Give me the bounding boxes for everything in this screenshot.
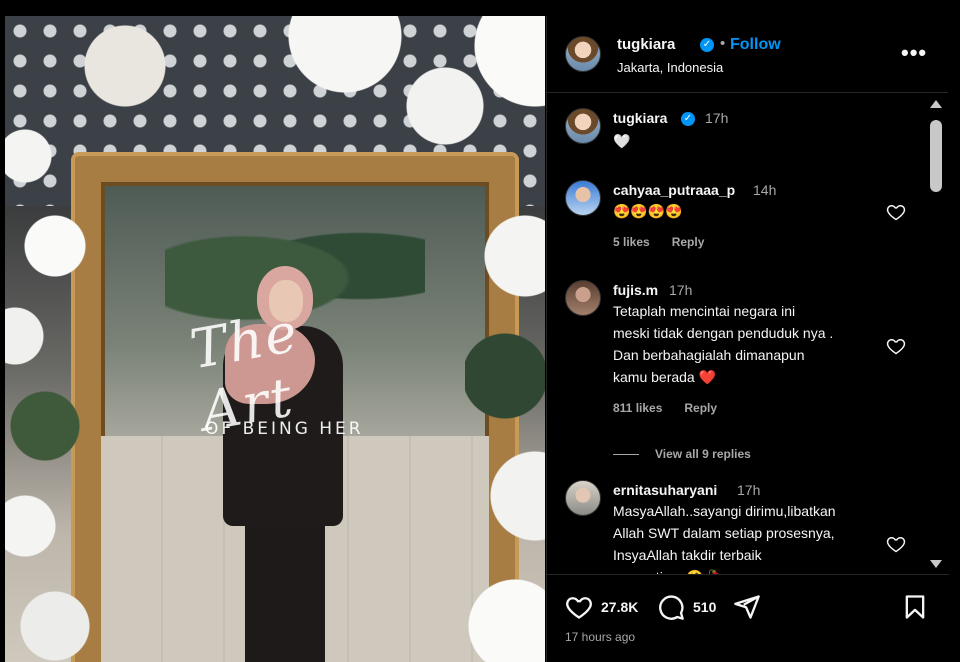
- comment-username[interactable]: tugkiara: [613, 110, 667, 126]
- save-bookmark-icon[interactable]: [901, 593, 929, 621]
- post-photo[interactable]: The Art OF BEING HER: [5, 16, 545, 662]
- comment-time: 17h: [669, 282, 693, 298]
- comment-text: 🤍: [613, 133, 631, 149]
- scrollbar-thumb[interactable]: [930, 120, 942, 192]
- comment-text-line: InsyaAllah takdir terbaik: [613, 547, 762, 563]
- view-replies-button[interactable]: View all 9 replies: [613, 447, 751, 461]
- like-heart-icon[interactable]: [565, 593, 593, 621]
- comment-time: 17h: [737, 482, 761, 498]
- comment-reply-button[interactable]: Reply: [684, 401, 717, 415]
- view-replies-label: View all 9 replies: [655, 447, 751, 461]
- comment-bubble-icon[interactable]: [657, 593, 685, 621]
- post-header: tugkiara ✓ • Follow Jakarta, Indonesia •…: [547, 16, 948, 93]
- scroll-down-arrow-icon[interactable]: [930, 560, 942, 568]
- post-timestamp[interactable]: 17 hours ago: [565, 630, 635, 644]
- verified-badge-icon: ✓: [700, 38, 714, 52]
- verified-badge-icon: ✓: [681, 112, 695, 126]
- comment-text-line: kamu berada ❤️: [613, 369, 717, 385]
- comment-avatar[interactable]: [565, 108, 601, 144]
- comment-username[interactable]: cahyaa_putraaa_p: [613, 182, 735, 198]
- comment-text-line: menantimu 🤗🥀: [613, 566, 836, 574]
- comment-text-line: Tetaplah mencintai negara ini: [613, 303, 796, 319]
- photo-flowers-left: [5, 96, 105, 662]
- more-options-icon[interactable]: •••: [901, 40, 927, 66]
- comment-time: 17h: [705, 110, 729, 126]
- photo-flowers-right: [465, 196, 545, 662]
- comment-text-line: Dan berbahagialah dimanapun: [613, 347, 805, 363]
- comment-time: 14h: [753, 182, 777, 198]
- comment-text-line: MasyaAllah..sayangi dirimu,libatkan: [613, 503, 836, 519]
- comment-text-line: meski tidak dengan penduduk nya .: [613, 325, 834, 341]
- comment-like-heart-icon[interactable]: [886, 534, 906, 554]
- comments-scrollbar[interactable]: [927, 96, 945, 574]
- comment-reply-button[interactable]: Reply: [672, 235, 705, 249]
- scroll-up-arrow-icon[interactable]: [930, 100, 942, 108]
- post-side-panel: tugkiara ✓ • Follow Jakarta, Indonesia •…: [546, 16, 949, 662]
- comment-meta: 811 likes Reply: [613, 401, 739, 415]
- comments-count[interactable]: 510: [693, 599, 716, 615]
- comment-likes-count[interactable]: 5 likes: [613, 235, 650, 249]
- header-separator: •: [720, 35, 726, 52]
- photo-person-legs: [245, 516, 325, 662]
- comment-likes-count[interactable]: 811 likes: [613, 401, 662, 415]
- comment-username[interactable]: ernitasuharyani: [613, 482, 717, 498]
- share-paper-plane-icon[interactable]: [733, 593, 761, 621]
- author-username[interactable]: tugkiara: [617, 36, 675, 53]
- post-location[interactable]: Jakarta, Indonesia: [617, 60, 723, 75]
- photo-flowers-top: [65, 16, 545, 186]
- comment-avatar[interactable]: [565, 480, 601, 516]
- comment-meta: 5 likes Reply: [613, 235, 726, 249]
- comment-text-line: Allah SWT dalam setiap prosesnya,: [613, 525, 835, 541]
- comment-text: 😍😍😍😍: [613, 203, 683, 219]
- comment-username[interactable]: fujis.m: [613, 282, 658, 298]
- author-avatar[interactable]: [565, 36, 601, 72]
- photo-overlay-caption: OF BEING HER: [205, 419, 364, 439]
- comment-like-heart-icon[interactable]: [886, 336, 906, 356]
- follow-button[interactable]: Follow: [730, 36, 781, 54]
- comment-text: MasyaAllah..sayangi dirimu,libatkan Alla…: [613, 500, 836, 574]
- comment-text: Tetaplah mencintai negara ini meski tida…: [613, 300, 833, 388]
- comment-like-heart-icon[interactable]: [886, 202, 906, 222]
- post-actions-bar: 27.8K 510 17 hours ago: [547, 574, 949, 662]
- view-replies-line: [613, 454, 639, 456]
- likes-count[interactable]: 27.8K: [601, 599, 638, 615]
- comment-avatar[interactable]: [565, 180, 601, 216]
- comment-avatar[interactable]: [565, 280, 601, 316]
- comments-list[interactable]: tugkiara ✓ 17h 🤍 cahyaa_putraaa_p 14h 😍😍…: [547, 94, 949, 574]
